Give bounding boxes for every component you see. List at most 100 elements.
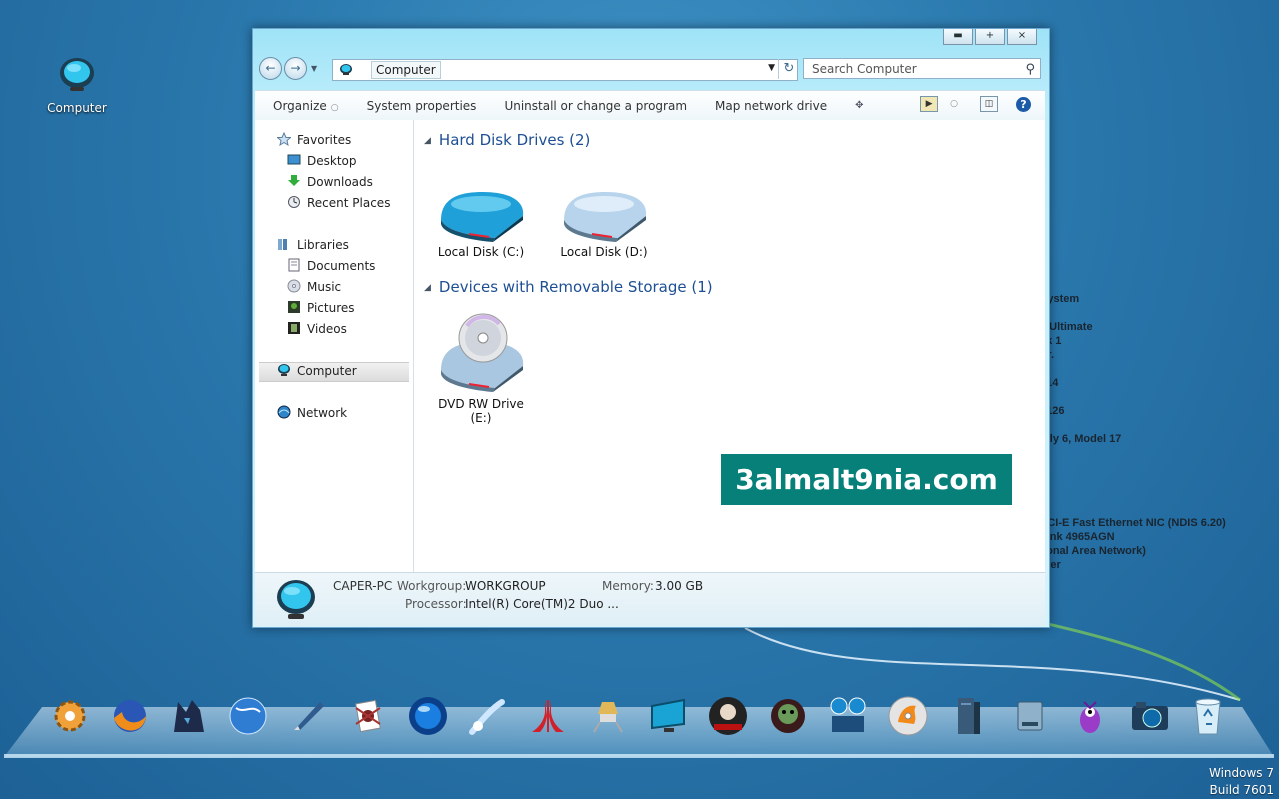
nav-recent-label: Recent Places xyxy=(307,196,391,210)
collapse-triangle-icon[interactable]: ◢ xyxy=(424,136,431,146)
documents-icon xyxy=(287,258,301,272)
computer-icon xyxy=(277,580,315,619)
preview-pane-icon[interactable]: ◫ xyxy=(980,96,998,112)
comet-icon[interactable] xyxy=(466,694,510,738)
nav-documents[interactable]: Documents xyxy=(287,257,375,275)
change-view-icon[interactable]: ▶ xyxy=(920,96,939,112)
nav-music[interactable]: Music xyxy=(287,278,341,296)
caption-buttons: ▬ + × xyxy=(941,29,1037,45)
organize-label: Organize xyxy=(273,98,327,113)
os-name: Windows 7 xyxy=(1208,766,1274,780)
group-header-hard-disk[interactable]: ◢ Hard Disk Drives (2) xyxy=(424,131,590,149)
nav-computer-label: Computer xyxy=(297,364,357,378)
drive-c-label: Local Disk (C:) xyxy=(437,245,525,259)
nav-computer[interactable]: Computer xyxy=(277,362,357,380)
explorer-window[interactable]: ▬ + × ← → ▼ Computer ▼ ↻ Search Computer… xyxy=(252,28,1050,628)
back-button[interactable]: ← xyxy=(259,57,282,80)
drive-e-label: DVD RW Drive xyxy=(438,397,524,411)
command-bar: Organize ○ System properties Uninstall or… xyxy=(255,90,1045,121)
server-tower-icon[interactable] xyxy=(946,694,990,738)
media-player-icon[interactable] xyxy=(826,694,870,738)
computer-icon xyxy=(60,58,94,91)
lunar-lander-icon[interactable] xyxy=(586,694,630,738)
organize-button[interactable]: Organize ○ xyxy=(273,99,339,113)
forward-button[interactable]: → xyxy=(284,57,307,80)
sysinfo-line: Link 4965AGN xyxy=(1040,531,1115,543)
sysinfo-line: 7 Ultimate xyxy=(1040,321,1093,333)
desktop-computer-label: Computer xyxy=(47,101,107,115)
uninstall-program-button[interactable]: Uninstall or change a program xyxy=(504,99,687,113)
nav-documents-label: Documents xyxy=(307,259,376,273)
more-commands-icon[interactable]: ✥ xyxy=(855,100,863,111)
sysinfo-line xyxy=(1040,502,1226,516)
nav-network-label: Network xyxy=(297,406,348,420)
sysinfo-line: PCI-E Fast Ethernet NIC (NDIS 6.20) xyxy=(1040,517,1226,529)
windows-version-text: Windows 7 Build 7601 xyxy=(1209,765,1274,799)
workgroup-label: Workgroup: xyxy=(397,579,467,593)
nav-pictures[interactable]: Pictures xyxy=(287,299,355,317)
star-icon xyxy=(276,131,292,147)
maximize-button[interactable]: + xyxy=(975,29,1005,45)
sysinfo-line xyxy=(1040,362,1226,376)
nav-libraries[interactable]: Libraries xyxy=(277,236,349,254)
close-button[interactable]: × xyxy=(1007,29,1037,45)
purple-character-icon[interactable] xyxy=(1068,694,1112,738)
nav-network[interactable]: Network xyxy=(277,404,347,422)
wolf-app-icon[interactable] xyxy=(166,694,210,738)
desktop-computer-icon[interactable]: Computer xyxy=(44,56,110,115)
gear-app-icon[interactable] xyxy=(48,694,92,738)
drive-e-letter: (E:) xyxy=(470,411,492,425)
computer-icon xyxy=(340,64,352,75)
refresh-button[interactable]: ↻ xyxy=(778,59,799,79)
firefox-icon[interactable] xyxy=(108,694,152,738)
drive-e[interactable]: DVD RW Drive (E:) xyxy=(428,310,534,425)
nav-desktop[interactable]: Desktop xyxy=(287,152,357,170)
address-bar[interactable]: Computer ▼ ↻ xyxy=(332,59,798,81)
dvd-burn-icon[interactable] xyxy=(886,694,930,738)
drive-c[interactable]: Local Disk (C:) xyxy=(428,186,534,259)
nav-videos[interactable]: Videos xyxy=(287,320,347,338)
spider-solitaire-icon[interactable] xyxy=(346,694,390,738)
group-header-removable[interactable]: ◢ Devices with Removable Storage (1) xyxy=(424,278,713,296)
sysinfo-line: Sr. xyxy=(1040,348,1226,362)
recent-places-icon xyxy=(287,195,301,209)
recent-pages-dropdown[interactable]: ▼ xyxy=(311,64,317,73)
music-disc-icon xyxy=(287,279,301,293)
globe-browser-icon[interactable] xyxy=(226,694,270,738)
minimize-button[interactable]: ▬ xyxy=(943,29,973,45)
atari-logo-icon[interactable] xyxy=(526,694,570,738)
nav-favorites[interactable]: Favorites xyxy=(276,131,351,149)
monitor-icon[interactable] xyxy=(646,694,690,738)
nav-downloads[interactable]: Downloads xyxy=(287,173,373,191)
breadcrumb-computer[interactable]: Computer xyxy=(371,61,441,79)
search-icon[interactable]: ⚲ xyxy=(1025,59,1035,80)
sysinfo-line: 514 xyxy=(1040,376,1226,390)
sysinfo-line: 7126 xyxy=(1040,405,1065,417)
system-properties-button[interactable]: System properties xyxy=(367,99,477,113)
network-globe-icon xyxy=(277,405,291,419)
drive-d[interactable]: Local Disk (D:) xyxy=(551,186,657,259)
blue-orb-icon[interactable] xyxy=(406,694,450,738)
collapse-triangle-icon[interactable]: ◢ xyxy=(424,283,431,293)
sysinfo-line: rver xyxy=(1040,559,1061,571)
nav-recent-places[interactable]: Recent Places xyxy=(287,194,390,212)
recycle-bin-icon[interactable] xyxy=(1186,694,1230,738)
local-disk-d-icon xyxy=(564,192,647,242)
pen-tool-icon[interactable] xyxy=(286,694,330,738)
search-input[interactable]: Search Computer ⚲ xyxy=(803,58,1041,79)
pictures-icon xyxy=(287,300,301,314)
max-payne-icon[interactable] xyxy=(706,694,750,738)
help-icon[interactable]: ? xyxy=(1016,96,1031,112)
view-options-icon[interactable]: ○ xyxy=(950,99,958,109)
processor-value: Intel(R) Core(TM)2 Duo ... xyxy=(465,597,619,611)
group-removable-label: Devices with Removable Storage (1) xyxy=(438,278,713,296)
hard-drive-icon[interactable] xyxy=(1008,694,1052,738)
sysinfo-line xyxy=(1040,390,1226,404)
camera-icon[interactable] xyxy=(1128,694,1172,738)
sysinfo-line: System xyxy=(1040,293,1080,305)
libraries-icon xyxy=(277,237,291,251)
address-dropdown-icon[interactable]: ▼ xyxy=(768,63,775,73)
navigation-pane[interactable]: Favorites Desktop Downloads Recent Place… xyxy=(255,120,414,572)
skull-game-icon[interactable] xyxy=(766,694,810,738)
map-network-drive-button[interactable]: Map network drive xyxy=(715,99,827,113)
